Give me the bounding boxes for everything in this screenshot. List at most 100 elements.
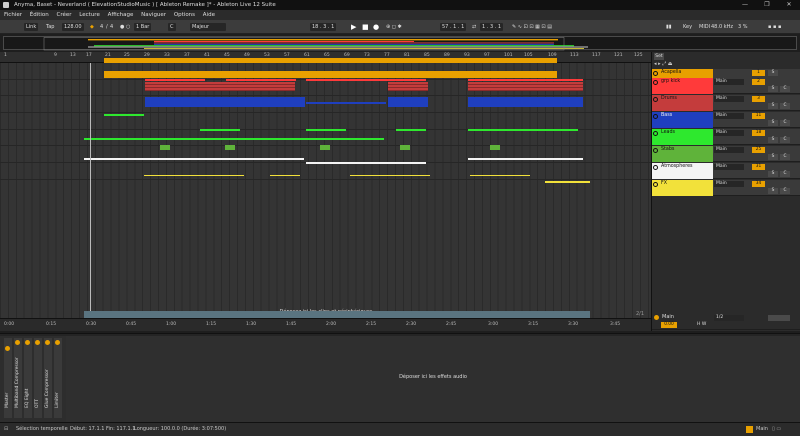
- track-activator[interactable]: 18: [752, 130, 765, 136]
- clip-leads[interactable]: [104, 114, 144, 116]
- menu-naviguer[interactable]: Naviguer: [141, 12, 166, 18]
- cue-button[interactable]: C: [780, 137, 790, 143]
- clip-bass[interactable]: [388, 97, 428, 107]
- cue-button[interactable]: C: [780, 171, 790, 177]
- tempo-field[interactable]: 128.00: [62, 23, 84, 31]
- stop-button[interactable]: ■: [360, 23, 371, 31]
- track-activator[interactable]: 2: [752, 79, 765, 85]
- clip-stabs[interactable]: [160, 145, 170, 150]
- clip-stabs[interactable]: [400, 145, 410, 150]
- menu-lecture[interactable]: Lecture: [79, 12, 100, 18]
- clip-bass[interactable]: [306, 102, 386, 104]
- output-routing-select[interactable]: Main: [714, 147, 744, 153]
- track-header-grp-kick[interactable]: grp kick Main 2 S C: [652, 78, 800, 94]
- cue-button[interactable]: C: [780, 120, 790, 126]
- clip-atmospheres[interactable]: [468, 158, 583, 160]
- clip-drums[interactable]: [388, 82, 428, 91]
- loop-region[interactable]: [84, 311, 590, 318]
- loop-icon[interactable]: ⇄: [470, 23, 478, 31]
- clip-atmospheres[interactable]: [84, 158, 104, 160]
- main-extra-icon[interactable]: H W: [697, 322, 706, 327]
- solo-button[interactable]: S: [768, 188, 778, 194]
- close-button[interactable]: ✕: [778, 0, 800, 10]
- track-header-fx[interactable]: FX Main 34 S C: [652, 180, 800, 196]
- key-select[interactable]: C: [168, 23, 176, 31]
- menu-aide[interactable]: Aide: [203, 12, 215, 18]
- clip-fx[interactable]: [144, 175, 244, 176]
- menu-affichage[interactable]: Affichage: [108, 12, 134, 18]
- clip-fx[interactable]: [270, 175, 300, 176]
- clip-grp-kick[interactable]: [306, 79, 426, 81]
- main-volume[interactable]: 0.00: [661, 322, 677, 328]
- clip-bass[interactable]: [145, 97, 305, 107]
- clip-atmospheres[interactable]: [306, 162, 426, 164]
- playhead[interactable]: [90, 63, 91, 318]
- solo-button[interactable]: S: [768, 154, 778, 160]
- tap-button[interactable]: Tap: [44, 23, 56, 31]
- overdub-icon[interactable]: ⊕ ◻ ✱: [384, 23, 404, 31]
- track-header-atmospheres[interactable]: Atmospheres Main 31 S C: [652, 163, 800, 179]
- clip-leads[interactable]: [468, 129, 578, 131]
- solo-button[interactable]: S: [768, 70, 778, 76]
- maximize-button[interactable]: ❐: [756, 0, 778, 10]
- track-activator[interactable]: 34: [752, 181, 765, 187]
- bar-ruler[interactable]: 1 9 13 17 21 25 29 33 37 41 45 49 53 57 …: [0, 52, 652, 63]
- output-routing-select[interactable]: Main: [714, 164, 744, 170]
- output-routing-select[interactable]: Main: [714, 130, 744, 136]
- output-routing-select[interactable]: Main: [714, 113, 744, 119]
- clip-stabs[interactable]: [320, 145, 330, 150]
- clip-fx[interactable]: [470, 175, 530, 176]
- output-routing-select[interactable]: Main: [714, 96, 744, 102]
- clip-leads[interactable]: [200, 129, 240, 131]
- scale-select[interactable]: Majeur: [190, 23, 226, 31]
- solo-button[interactable]: S: [768, 86, 778, 92]
- clip-acapella[interactable]: [104, 71, 557, 78]
- device-eq-eight[interactable]: EQ Eight: [24, 338, 32, 418]
- track-activator[interactable]: 1: [752, 70, 765, 76]
- cue-button[interactable]: C: [780, 154, 790, 160]
- device-ott[interactable]: OTT: [34, 338, 42, 418]
- output-routing-select[interactable]: Main: [714, 79, 744, 85]
- track-options-icon[interactable]: ◂ ▸ ⤢ ⏏: [654, 61, 673, 67]
- device-multiband-compressor[interactable]: Multiband Compressor: [14, 338, 22, 418]
- menu-fichier[interactable]: Fichier: [4, 12, 22, 18]
- clip-fx[interactable]: [545, 181, 590, 183]
- output-routing-select[interactable]: 1/2: [714, 315, 744, 321]
- link-button[interactable]: Link: [24, 23, 39, 31]
- output-routing-select[interactable]: Main: [714, 181, 744, 187]
- clip-leads[interactable]: [84, 138, 384, 140]
- record-button[interactable]: ●: [371, 23, 381, 31]
- track-activator[interactable]: 3: [752, 96, 765, 102]
- solo-button[interactable]: S: [768, 120, 778, 126]
- clip-leads[interactable]: [396, 129, 426, 131]
- clip-drums[interactable]: [468, 82, 583, 91]
- track-activator[interactable]: 11: [752, 113, 765, 119]
- play-button[interactable]: ▶: [349, 23, 358, 31]
- device-limiter[interactable]: Limiter: [54, 338, 62, 418]
- cue-button[interactable]: C: [780, 188, 790, 194]
- menu-creer[interactable]: Créer: [57, 12, 72, 18]
- track-header-main[interactable]: Main 0.00 1/2 H W: [652, 314, 800, 330]
- arrangement-view[interactable]: Déposez ici les clips et périphériques 2…: [0, 63, 652, 318]
- device-drop-area[interactable]: Déposer ici les effets audio: [66, 336, 800, 422]
- time-ruler[interactable]: 0:00 0:15 0:30 0:45 1:00 1:15 1:30 1:45 …: [0, 318, 652, 331]
- meter-denominator[interactable]: 4: [108, 23, 115, 31]
- key-button[interactable]: Key: [681, 23, 694, 31]
- view-toggle-icon[interactable]: ▯ ▭: [772, 423, 781, 436]
- clip-fx[interactable]: [350, 175, 430, 176]
- track-header-leads[interactable]: Leads Main 18 S C: [652, 129, 800, 145]
- track-header-drums[interactable]: Drums Main 3 S C: [652, 95, 800, 111]
- menu-edition[interactable]: Édition: [30, 12, 49, 18]
- track-header-stabs[interactable]: Stabs Main 25 S C: [652, 146, 800, 162]
- clip-leads[interactable]: [306, 129, 346, 131]
- clip-grp-kick[interactable]: [145, 79, 205, 81]
- solo-button[interactable]: S: [768, 171, 778, 177]
- clip-stabs[interactable]: [225, 145, 235, 150]
- loop-length-field[interactable]: 1 . 3 . 1: [480, 23, 504, 31]
- record-mode-icon[interactable]: ● ○: [118, 23, 132, 31]
- solo-button[interactable]: S: [768, 137, 778, 143]
- device-glue-compressor[interactable]: Glue Compressor: [44, 338, 52, 418]
- menu-options[interactable]: Options: [174, 12, 195, 18]
- clip-stabs[interactable]: [490, 145, 500, 150]
- minimize-button[interactable]: —: [734, 0, 756, 10]
